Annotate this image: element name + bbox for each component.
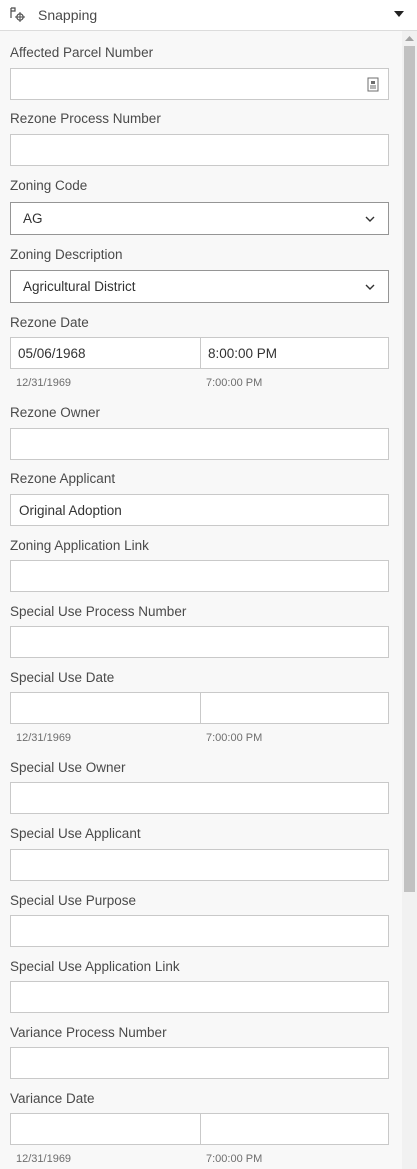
special-use-time-hint: 7:00:00 PM — [206, 732, 263, 744]
rezone-owner-label: Rezone Owner — [10, 405, 101, 420]
variance-process-number-input[interactable] — [10, 1047, 389, 1079]
special-use-application-link-label: Special Use Application Link — [10, 959, 180, 974]
special-use-process-number-label: Special Use Process Number — [10, 604, 187, 619]
variance-time-hint: 7:00:00 PM — [206, 1153, 263, 1165]
rezone-process-number-input[interactable] — [10, 134, 389, 166]
variance-date-hint: 12/31/1969 — [16, 1153, 72, 1165]
affected-parcel-number-label: Affected Parcel Number — [10, 45, 154, 60]
document-icon[interactable] — [367, 77, 379, 92]
zoning-application-link-label: Zoning Application Link — [10, 538, 149, 553]
zoning-description-label: Zoning Description — [10, 247, 123, 262]
snapping-icon — [10, 7, 25, 22]
zoning-application-link-input[interactable] — [10, 560, 389, 592]
variance-process-number-label: Variance Process Number — [10, 1025, 167, 1040]
special-use-date-label: Special Use Date — [10, 670, 115, 685]
special-use-owner-label: Special Use Owner — [10, 760, 126, 775]
chevron-down-icon — [365, 216, 375, 222]
special-use-date-input[interactable] — [10, 692, 201, 724]
special-use-application-link-input[interactable] — [10, 981, 389, 1013]
variance-date-label: Variance Date — [10, 1091, 95, 1106]
rezone-date-label: Rezone Date — [10, 315, 89, 330]
variance-date-input[interactable] — [10, 1113, 201, 1145]
special-use-applicant-input[interactable] — [10, 849, 389, 881]
zoning-description-value: Agricultural District — [23, 279, 136, 294]
special-use-owner-input[interactable] — [10, 782, 389, 814]
snapping-label: Snapping — [38, 7, 98, 23]
snapping-header[interactable]: Snapping — [0, 0, 417, 31]
rezone-applicant-label: Rezone Applicant — [10, 471, 116, 486]
special-use-time-input[interactable] — [200, 692, 389, 724]
special-use-date-hint: 12/31/1969 — [16, 732, 72, 744]
rezone-time-hint: 7:00:00 PM — [206, 377, 263, 389]
scroll-up-arrow-icon[interactable] — [405, 35, 414, 42]
rezone-date-hint: 12/31/1969 — [16, 377, 72, 389]
special-use-purpose-label: Special Use Purpose — [10, 893, 137, 908]
rezone-process-number-label: Rezone Process Number — [10, 111, 161, 126]
rezone-owner-input[interactable] — [10, 428, 389, 460]
zoning-code-label: Zoning Code — [10, 178, 88, 193]
zoning-code-value: AG — [23, 211, 43, 226]
rezone-date-input[interactable]: 05/06/1968 — [10, 337, 201, 369]
zoning-description-select[interactable]: Agricultural District — [10, 270, 389, 303]
special-use-purpose-input[interactable] — [10, 915, 389, 947]
special-use-process-number-input[interactable] — [10, 626, 389, 658]
zoning-code-select[interactable]: AG — [10, 202, 389, 235]
rezone-applicant-input[interactable]: Original Adoption — [10, 494, 389, 526]
rezone-time-input[interactable]: 8:00:00 PM — [200, 337, 389, 369]
scrollbar-thumb[interactable] — [404, 46, 415, 892]
affected-parcel-number-input[interactable] — [10, 68, 389, 100]
special-use-applicant-label: Special Use Applicant — [10, 826, 141, 841]
chevron-down-icon[interactable] — [393, 8, 405, 20]
attribute-form: Affected Parcel Number Rezone Process Nu… — [0, 31, 402, 1169]
variance-time-input[interactable] — [200, 1113, 389, 1145]
chevron-down-icon — [365, 284, 375, 290]
